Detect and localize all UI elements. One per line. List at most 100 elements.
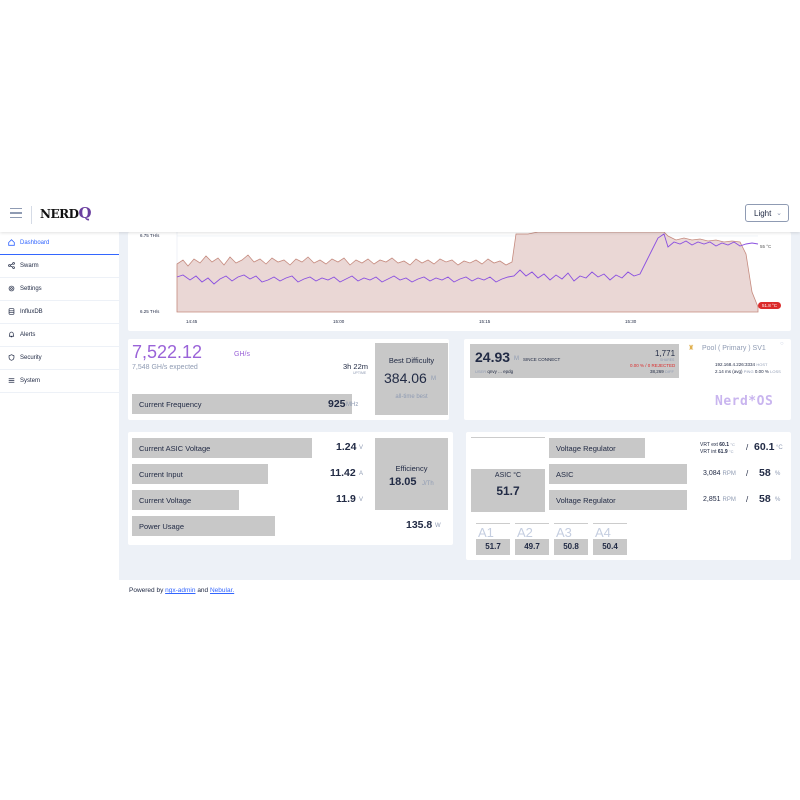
x-tick-label: 15:30 — [625, 319, 637, 324]
fan2-separator: / — [746, 495, 749, 504]
vr-fan-label: Voltage Regulator — [556, 496, 616, 505]
pool-ping: 2.14 ms (avg) PING 0.00 % LOSS — [715, 369, 781, 374]
sidebar: Dashboard Swarm Settings InfluxDB Alerts… — [0, 232, 119, 602]
best-difficulty-value: 384.06 — [384, 370, 427, 386]
vrt-main-unit: °C — [776, 445, 783, 451]
list-icon — [8, 377, 15, 384]
fan1-rpm: 3,084 RPM — [703, 470, 736, 477]
footer-prefix: Powered by — [129, 587, 164, 594]
best-difficulty-label: Best Difficulty — [388, 356, 435, 365]
pool-diff-value: 38,269 DIFF — [650, 369, 674, 374]
shares-value: 1,771 — [655, 349, 676, 358]
header: NERDQ Light ⌄ — [0, 196, 800, 232]
ngx-admin-link[interactable]: ngx-admin — [165, 587, 195, 594]
chip-temp: 51.7 — [476, 539, 510, 555]
menu-icon[interactable] — [10, 208, 22, 219]
best-difficulty-box: Best Difficulty 384.06 M all-time best — [375, 343, 448, 415]
frequency-unit: MHz — [346, 402, 359, 408]
vrt-main-value: 60.1 — [754, 441, 775, 453]
uptime-value: 3h 22m — [343, 362, 369, 371]
vrt-ext: VRT ext 60.1 °C — [700, 442, 735, 448]
vr-temp-label: Voltage Regulator — [556, 444, 616, 453]
efficiency-unit: J/Th — [422, 481, 434, 487]
x-tick-label: 15:00 — [333, 319, 345, 324]
fan2-pct-unit: % — [775, 497, 781, 503]
sidebar-item-security[interactable]: Security — [0, 347, 119, 370]
power-usage-unit: W — [435, 523, 441, 529]
x-tick-label: 14:45 — [186, 319, 198, 324]
pool-title[interactable]: Pool ( Primary ) SV1 — [702, 345, 766, 352]
efficiency-value: 18.05 — [389, 476, 417, 488]
best-difficulty-sub: all-time best — [395, 394, 428, 400]
pool-card: 24.93 M SINCE CONNECT USER qnvy ... epdg… — [464, 339, 791, 420]
chip-level — [476, 523, 510, 524]
app-window: NERDQ Light ⌄ Dashboard Swarm Settings In… — [0, 196, 800, 602]
pool-user: USER qnvy ... epdg — [475, 369, 514, 374]
chip-name: A1 — [478, 525, 494, 540]
power-card: Current ASIC Voltage 1.24 V Current Inpu… — [128, 432, 453, 545]
main-content: 6.75 TH/s 6.25 TH/s 14:45 15:00 15:15 15… — [119, 232, 800, 602]
chip-temp: 50.8 — [554, 539, 588, 555]
chip-level — [515, 523, 549, 524]
frequency-value: 925 — [328, 398, 346, 410]
efficiency-label: Efficiency — [395, 464, 428, 473]
fan1-pct-unit: % — [775, 471, 781, 477]
logo-divider — [31, 206, 32, 224]
current-voltage-unit: V — [359, 497, 364, 503]
power-usage-label: Power Usage — [139, 522, 185, 531]
sidebar-item-dashboard[interactable]: Dashboard — [0, 232, 119, 255]
sidebar-item-alerts[interactable]: Alerts — [0, 324, 119, 347]
footer-and: and — [197, 587, 209, 594]
pool-difficulty-unit: M — [514, 356, 519, 362]
chip-temp: 49.7 — [515, 539, 549, 555]
sidebar-item-swarm[interactable]: Swarm — [0, 255, 119, 278]
uptime-label: UPTIME — [353, 371, 367, 375]
footer: Powered by ngx-admin and Nebular. — [119, 580, 800, 602]
fan2-pct: 58 — [759, 493, 771, 505]
asic-temp-box: ASIC °C 51.7 — [471, 469, 545, 512]
current-voltage-value: 11.9 — [336, 493, 356, 505]
shield-icon — [8, 354, 15, 361]
sidebar-item-label: Swarm — [20, 263, 39, 269]
trophy-icon: ♜ — [688, 345, 695, 352]
chart-plot — [176, 232, 759, 313]
asic-voltage-value: 1.24 — [336, 441, 357, 453]
current-input-unit: A — [359, 471, 364, 477]
hashrate-value: 7,522.12 — [132, 342, 203, 362]
efficiency-box: Efficiency 18.05 J/Th — [375, 438, 448, 510]
vrt-int: VRT int 61.9 °C — [700, 449, 734, 455]
sidebar-item-label: Dashboard — [20, 240, 50, 246]
pool-difficulty-value: 24.93 — [475, 349, 511, 365]
chip-name: A4 — [595, 525, 611, 540]
expected-hashrate: 7,548 GH/s expected — [132, 364, 198, 371]
sidebar-item-label: Alerts — [20, 332, 36, 338]
sidebar-item-influxdb[interactable]: InfluxDB — [0, 301, 119, 324]
home-icon — [8, 239, 15, 246]
x-tick-label: 15:15 — [479, 319, 491, 324]
best-difficulty-unit: M — [431, 376, 436, 382]
asic-temp-label: ASIC °C — [494, 472, 522, 479]
hashrate-area — [176, 232, 759, 313]
vrt-separator: / — [746, 443, 749, 452]
chip-level — [593, 523, 627, 524]
pool-host: 192.168.4.226:3334 HOST — [715, 362, 768, 367]
sidebar-item-settings[interactable]: Settings — [0, 278, 119, 301]
rejected-value: 0.00 % / 0 REJECTED — [630, 363, 676, 368]
chip-a1: A1 51.7 — [476, 523, 510, 556]
temp-current-badge: 51.8 °C — [758, 302, 782, 309]
chip-a3: A3 50.8 — [554, 523, 588, 556]
hashrate-chart: 6.75 TH/s 6.25 TH/s 14:45 15:00 15:15 15… — [128, 232, 791, 331]
logo[interactable]: NERDQ — [40, 204, 92, 222]
sidebar-item-label: Settings — [20, 286, 42, 292]
y-tick-label: 6.75 TH/s — [140, 233, 160, 238]
current-input-label: Current Input — [139, 470, 183, 479]
sidebar-item-system[interactable]: System — [0, 370, 119, 393]
chip-temp: 50.4 — [593, 539, 627, 555]
chip-name: A2 — [517, 525, 533, 540]
nebular-link[interactable]: Nebular. — [210, 587, 234, 594]
theme-select[interactable]: Light ⌄ — [745, 204, 789, 222]
asic-fan-label: ASIC — [556, 470, 574, 479]
frequency-label: Current Frequency — [139, 400, 202, 409]
fan2-rpm: 2,851 RPM — [703, 496, 736, 503]
asic-voltage-label: Current ASIC Voltage — [139, 444, 211, 453]
